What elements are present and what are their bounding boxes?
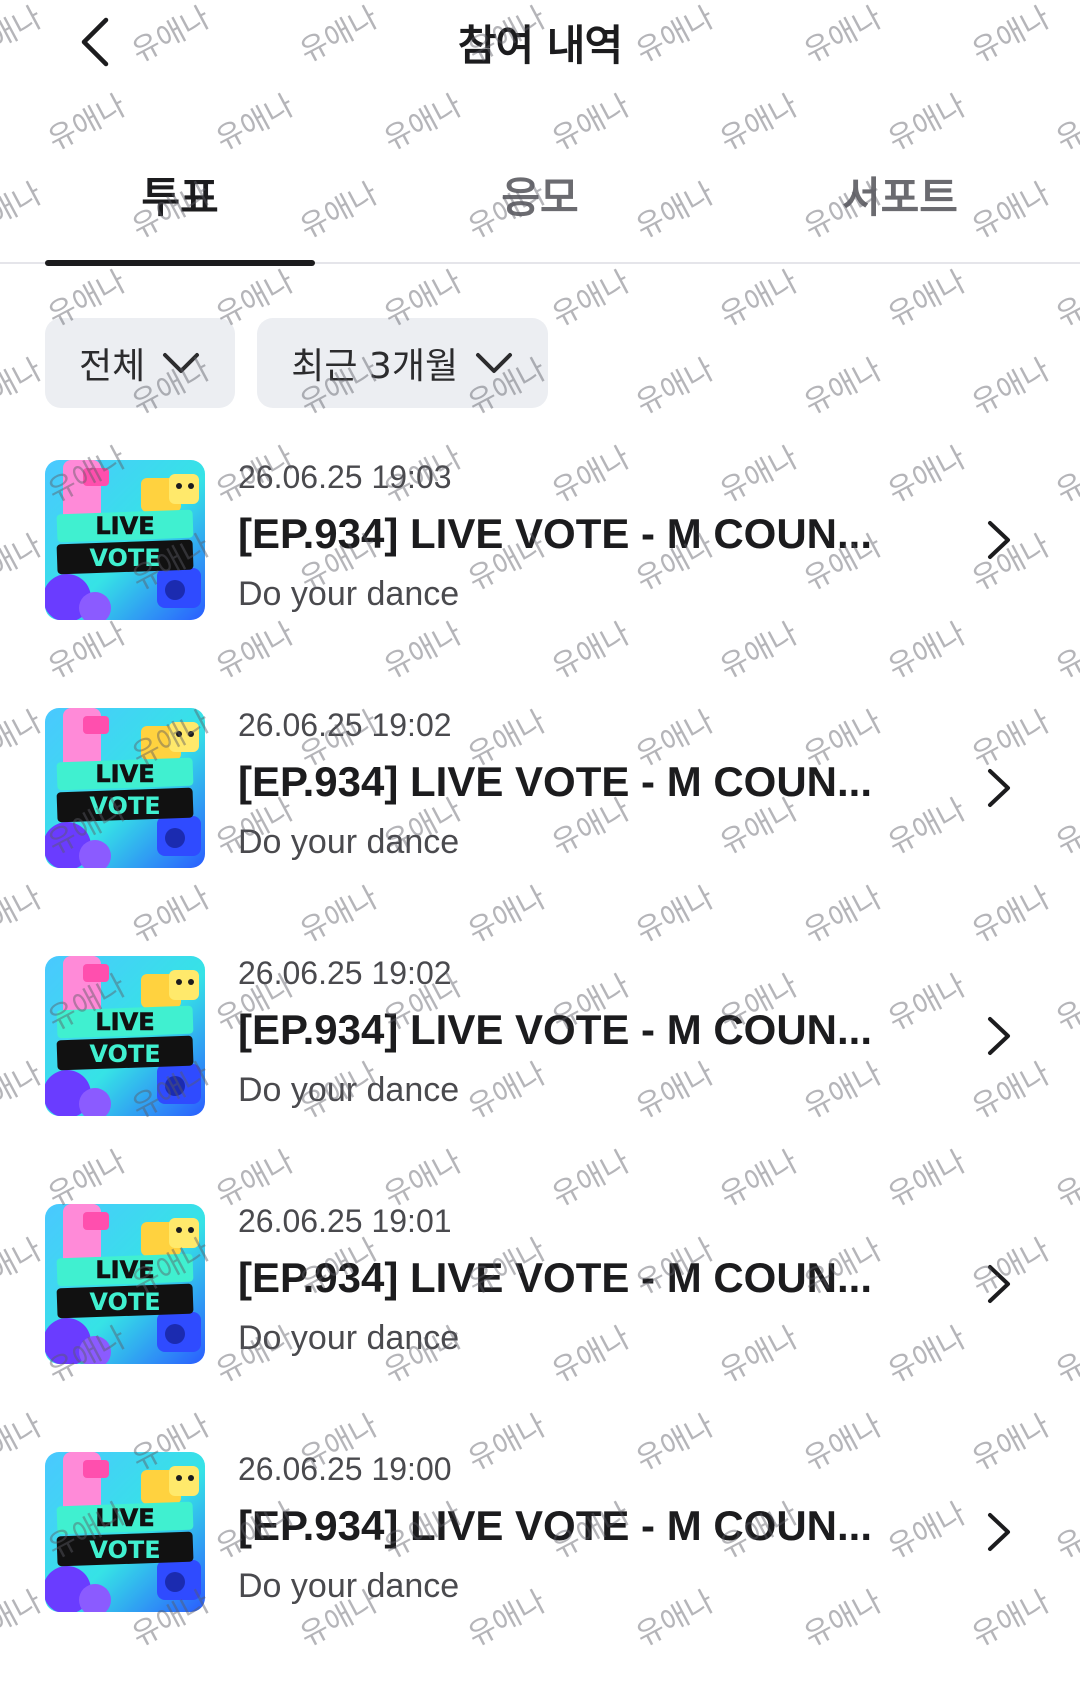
page-title: 참여 내역 [457,21,623,70]
watermark-text: 유애나 [714,264,804,334]
watermark-text: 유애나 [882,264,972,334]
item-title: [EP.934] LIVE VOTE - M COUN... [238,1006,873,1053]
chevron-right-icon [988,769,1010,807]
list-item-text: 26.06.25 19:01 [EP.934] LIVE VOTE - M CO… [238,1199,938,1363]
category-filter-label: 전체 [79,346,146,387]
item-title: [EP.934] LIVE VOTE - M COUN... [238,758,873,805]
list-item-5[interactable]: LIVE VOTE 26.06.25 19:00 [EP.934] LIVE V… [0,1447,1080,1695]
thumbnail-text-live: LIVE [95,760,154,788]
item-subtitle: Do your dance [238,1319,460,1357]
participation-list: LIVE VOTE 26.06.25 19:03 [EP.934] LIVE V… [0,455,1080,1695]
list-item-3[interactable]: LIVE VOTE 26.06.25 19:02 [EP.934] LIVE V… [0,951,1080,1199]
item-date: 26.06.25 19:02 [238,707,452,743]
live-vote-thumbnail: LIVE VOTE [45,956,205,1116]
live-vote-thumbnail: LIVE VOTE [45,708,205,868]
watermark-text: 유애나 [546,264,636,334]
thumbnail-text-live: LIVE [95,512,154,540]
item-subtitle: Do your dance [238,575,460,613]
thumbnail-text-vote: VOTE [89,1288,160,1316]
thumbnail-text-live: LIVE [95,1504,154,1532]
chevron-right-icon [988,1017,1010,1055]
watermark-text: 유애나 [798,352,888,422]
tab-vote[interactable]: 투표 [45,150,315,260]
thumbnail-text-live: LIVE [95,1256,154,1284]
item-date: 26.06.25 19:01 [238,1203,452,1239]
tab-vote-label: 투표 [141,173,219,222]
list-item-2[interactable]: LIVE VOTE 26.06.25 19:02 [EP.934] LIVE V… [0,703,1080,951]
thumbnail-text-vote: VOTE [89,1040,160,1068]
thumbnail-text-vote: VOTE [89,1536,160,1564]
item-date: 26.06.25 19:00 [238,1451,452,1487]
header-bar: 참여 내역 [0,0,1080,96]
chevron-down-icon [163,353,200,373]
tab-entry-label: 응모 [501,173,579,222]
watermark-text: 유애나 [1050,264,1080,334]
thumbnail-text-vote: VOTE [89,792,160,820]
period-filter-dropdown[interactable]: 최근 3개월 [257,318,549,408]
watermark-text: 유애나 [0,352,48,422]
thumbnail-text-vote: VOTE [89,544,160,572]
chevron-right-icon [988,1265,1010,1303]
active-tab-indicator [45,260,315,266]
item-title: [EP.934] LIVE VOTE - M COUN... [238,510,873,557]
category-filter-dropdown[interactable]: 전체 [45,318,236,408]
tab-bar: 투표 응모 서포트 [0,150,1080,266]
period-filter-label: 최근 3개월 [291,346,459,387]
item-date: 26.06.25 19:03 [238,459,452,495]
chevron-right-icon [988,521,1010,559]
item-title: [EP.934] LIVE VOTE - M COUN... [238,1502,873,1549]
live-vote-thumbnail: LIVE VOTE [45,1452,205,1612]
watermark-text: 유애나 [630,352,720,422]
thumbnail-text-live: LIVE [95,1008,154,1036]
item-date: 26.06.25 19:02 [238,955,452,991]
list-item-1[interactable]: LIVE VOTE 26.06.25 19:03 [EP.934] LIVE V… [0,455,1080,703]
item-subtitle: Do your dance [238,823,460,861]
item-subtitle: Do your dance [238,1567,460,1605]
tab-support-label: 서포트 [842,173,958,222]
list-item-text: 26.06.25 19:03 [EP.934] LIVE VOTE - M CO… [238,455,938,619]
item-subtitle: Do your dance [238,1071,460,1109]
tab-entry[interactable]: 응모 [405,150,675,260]
chevron-down-icon [476,353,513,373]
chevron-right-icon [988,1513,1010,1551]
watermark-text: 유애나 [966,352,1056,422]
list-item-text: 26.06.25 19:00 [EP.934] LIVE VOTE - M CO… [238,1447,938,1611]
list-item-text: 26.06.25 19:02 [EP.934] LIVE VOTE - M CO… [238,703,938,867]
filter-row: 전체 최근 3개월 [45,318,549,408]
live-vote-thumbnail: LIVE VOTE [45,460,205,620]
tab-support[interactable]: 서포트 [765,150,1035,260]
list-item-text: 26.06.25 19:02 [EP.934] LIVE VOTE - M CO… [238,951,938,1115]
live-vote-thumbnail: LIVE VOTE [45,1204,205,1364]
list-item-4[interactable]: LIVE VOTE 26.06.25 19:01 [EP.934] LIVE V… [0,1199,1080,1447]
item-title: [EP.934] LIVE VOTE - M COUN... [238,1254,873,1301]
